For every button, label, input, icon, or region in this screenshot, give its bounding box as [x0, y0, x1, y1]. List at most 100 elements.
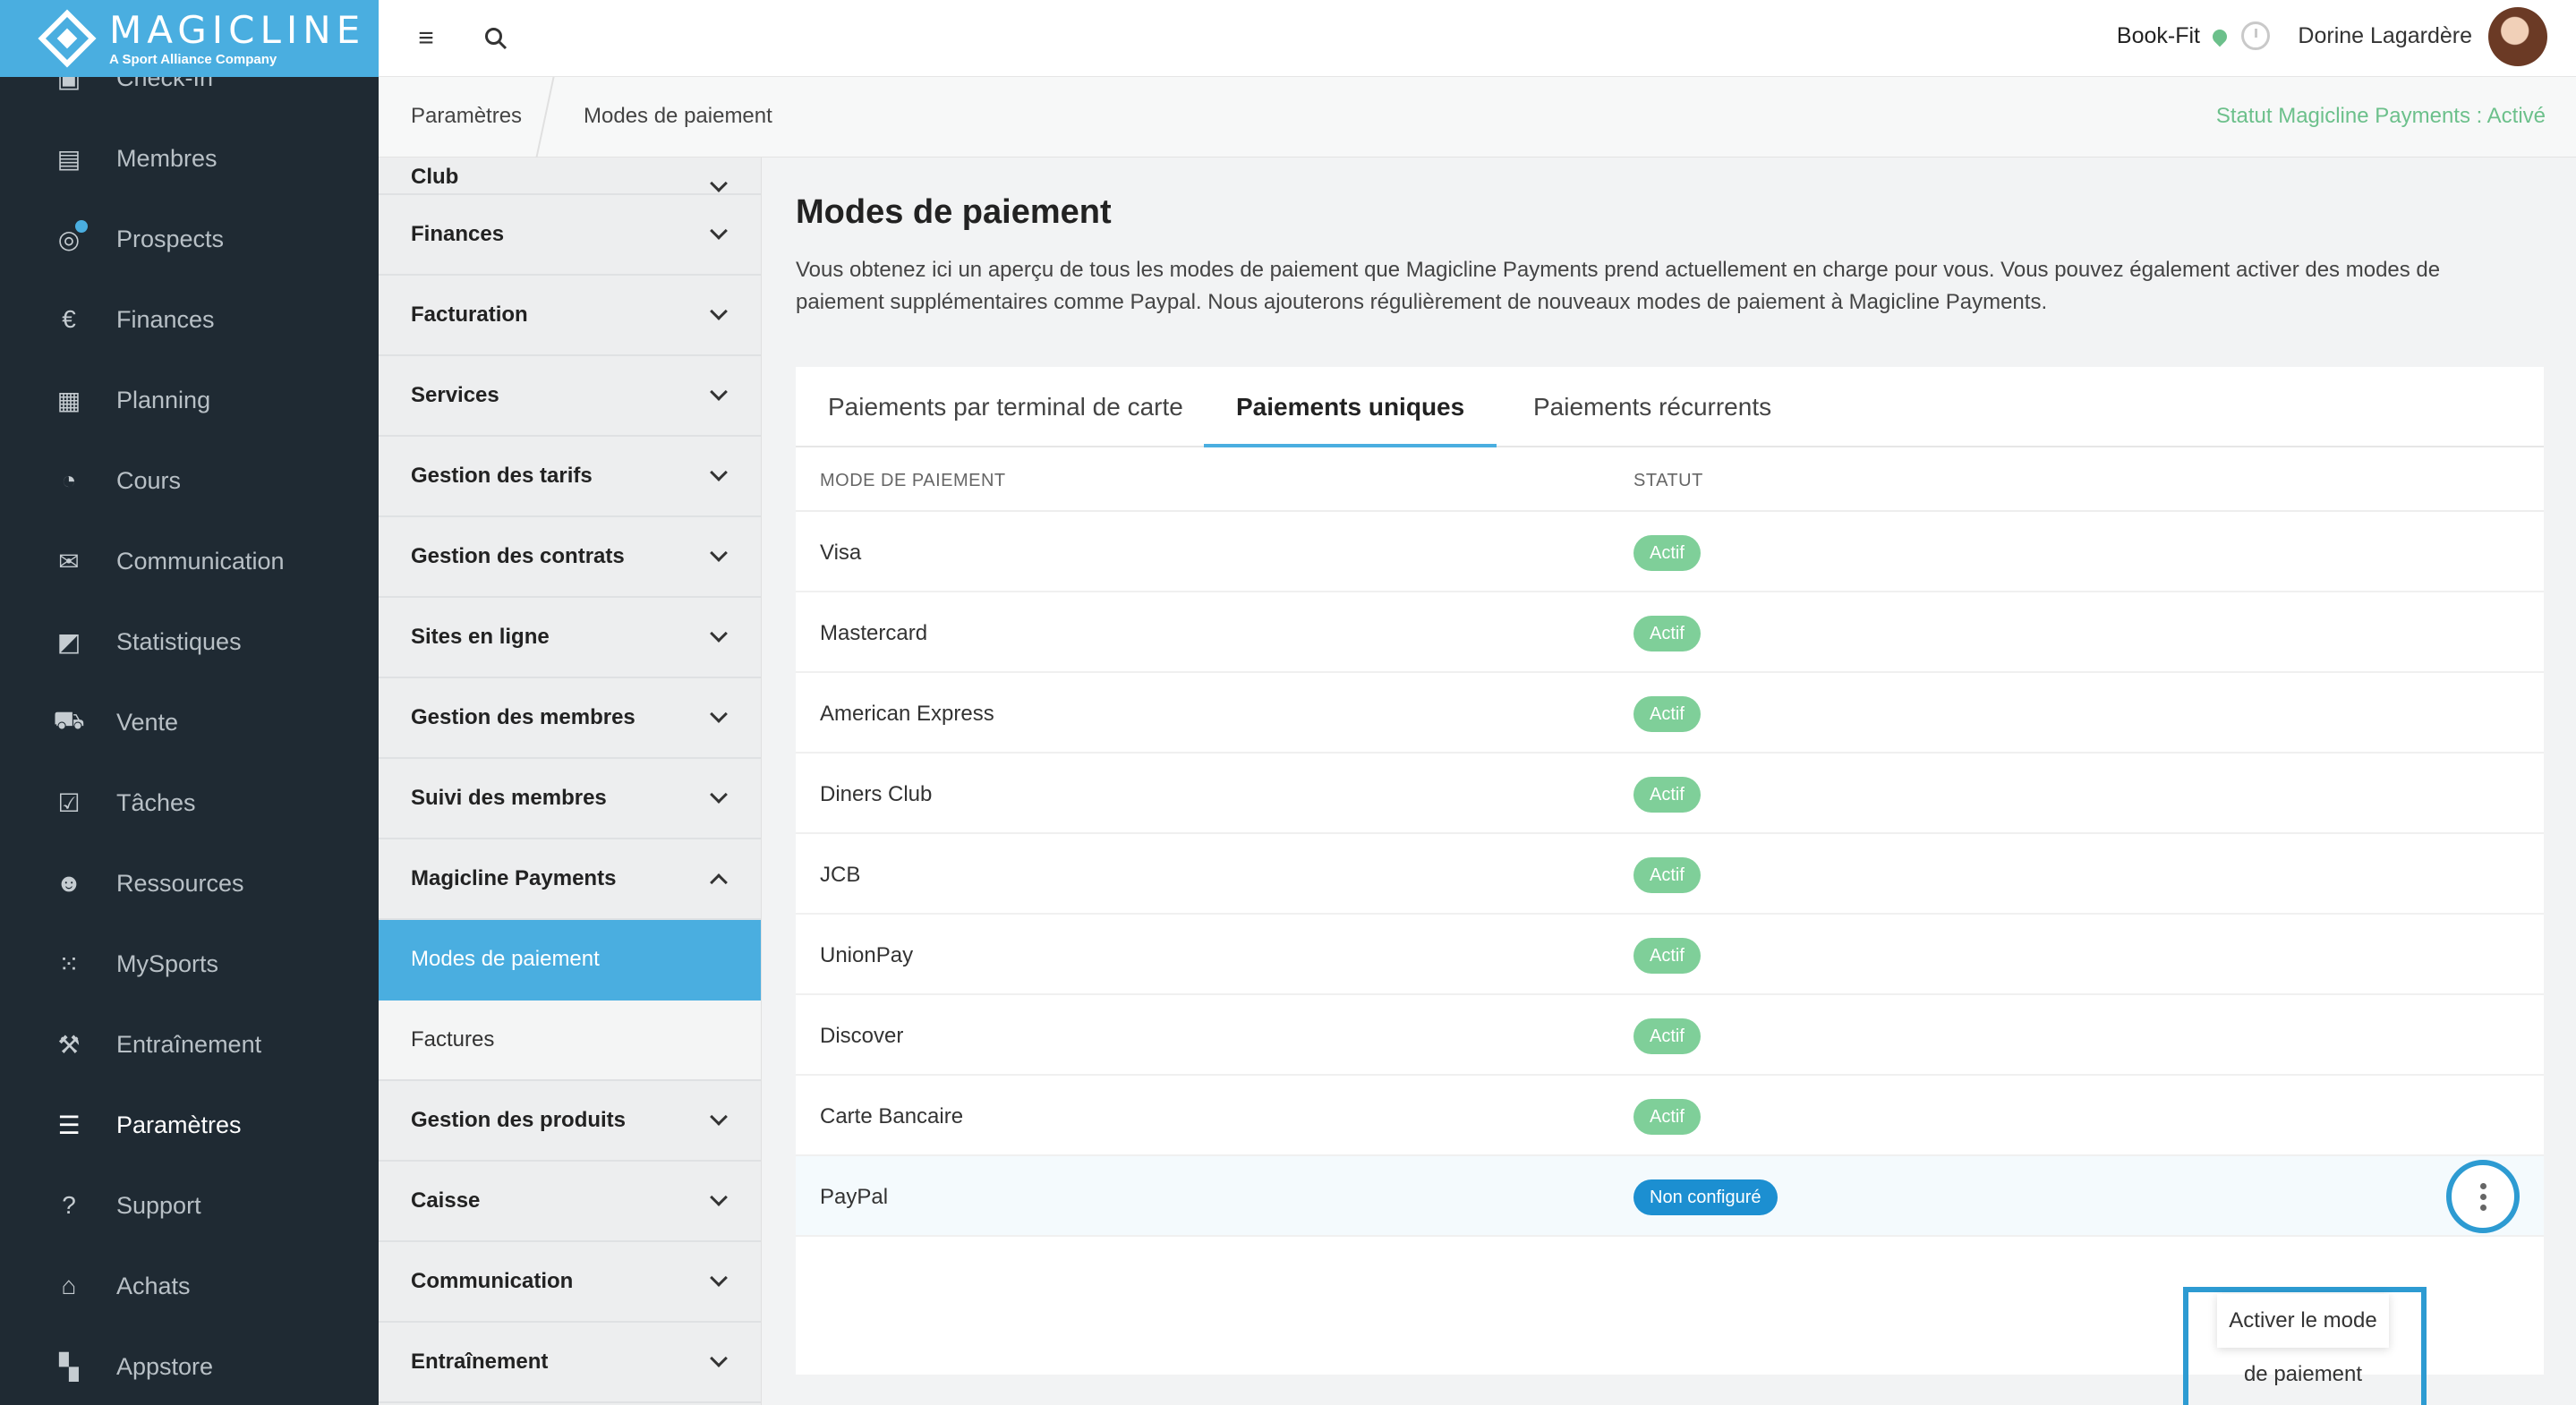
- chevron-down-icon: [710, 222, 728, 240]
- chevron-down-icon: [710, 544, 728, 562]
- nav-item-mysports[interactable]: ⁙ MySports: [0, 924, 379, 1004]
- notification-dot: [75, 220, 88, 233]
- nav-item-label: MySports: [116, 949, 219, 977]
- logo-icon: [38, 9, 97, 68]
- submenu-item-gestion-produits[interactable]: Gestion des produits: [379, 1081, 761, 1162]
- submenu-item-factures[interactable]: Factures: [379, 1001, 761, 1081]
- payment-method-name: Diners Club: [820, 782, 933, 806]
- payment-method-name: American Express: [820, 702, 994, 726]
- sliders-icon: ☰: [57, 1111, 81, 1139]
- submenu-item-caisse[interactable]: Caisse: [379, 1162, 761, 1242]
- tab-recurring-payments[interactable]: Paiements récurrents: [1501, 367, 1804, 447]
- submenu-item-sites-en-ligne[interactable]: Sites en ligne: [379, 598, 761, 678]
- table-row: Carte Bancaire Actif: [796, 1076, 2544, 1156]
- user-name[interactable]: Dorine Lagardère: [2298, 23, 2472, 49]
- nav-item-label: Appstore: [116, 1352, 214, 1380]
- nav-item-parametres[interactable]: ☰ Paramètres: [0, 1085, 379, 1165]
- nav-item-cours[interactable]: ◔ Cours: [0, 440, 379, 521]
- tab-bar: Paiements par terminal de carte Paiement…: [796, 367, 2544, 447]
- nav-item-vente[interactable]: ⛟ Vente: [0, 682, 379, 762]
- submenu-item-facturation[interactable]: Facturation: [379, 276, 761, 356]
- chevron-down-icon: [710, 1108, 728, 1126]
- submenu-item-magicline-payments[interactable]: Magicline Payments: [379, 839, 761, 920]
- studio-selector[interactable]: Book-Fit: [2116, 23, 2231, 49]
- page-description: Vous obtenez ici un aperçu de tous les m…: [796, 258, 2441, 314]
- euro-icon: €: [62, 305, 76, 333]
- avatar[interactable]: [2488, 7, 2547, 66]
- submenu-item-communication[interactable]: Communication: [379, 1242, 761, 1323]
- checkbox-icon: ☑: [57, 788, 81, 817]
- table-row: American Express Actif: [796, 673, 2544, 754]
- nav-item-label: Communication: [116, 547, 285, 575]
- table-header: MODE DE PAIEMENT STATUT: [796, 447, 2544, 512]
- nav-item-statistiques[interactable]: ◩ Statistiques: [0, 601, 379, 682]
- nav-item-label: Ressources: [116, 869, 244, 897]
- members-icon: ▤: [56, 144, 81, 173]
- search-icon[interactable]: [477, 20, 515, 57]
- table-row: JCB Actif: [796, 834, 2544, 915]
- tab-single-payments[interactable]: Paiements uniques: [1204, 367, 1497, 447]
- payment-status-text: Statut Magicline Payments : Activé: [2215, 104, 2546, 128]
- nav-item-label: Vente: [116, 708, 179, 736]
- nav-item-label: Finances: [116, 305, 215, 333]
- nav-item-label: Statistiques: [116, 627, 242, 655]
- submenu-item-entrainement[interactable]: Entraînement: [379, 1323, 761, 1403]
- nav-item-prospects[interactable]: ◎ Prospects: [0, 199, 379, 279]
- logo-subtitle: A Sport Alliance Company: [109, 51, 277, 67]
- chevron-down-icon: [710, 1350, 728, 1367]
- chevron-down-icon: [710, 786, 728, 804]
- submenu-item-finances[interactable]: Finances: [379, 195, 761, 276]
- breadcrumb-current: Modes de paiement: [584, 104, 772, 128]
- more-options-icon[interactable]: [2446, 1160, 2520, 1233]
- nav-item-label: Prospects: [116, 225, 225, 252]
- calendar-icon: ▦: [56, 386, 81, 414]
- settings-submenu: Club Finances Facturation Services Gesti…: [379, 158, 762, 1405]
- table-row[interactable]: PayPal Non configuré: [796, 1156, 2544, 1237]
- nav-item-taches[interactable]: ☑ Tâches: [0, 762, 379, 843]
- nav-item-planning[interactable]: ▦ Planning: [0, 360, 379, 440]
- stopwatch-icon: ◔: [61, 466, 77, 494]
- table-row: UnionPay Actif: [796, 915, 2544, 995]
- submenu-item-gestion-contrats[interactable]: Gestion des contrats: [379, 517, 761, 598]
- payment-method-name: JCB: [820, 863, 861, 887]
- nav-item-label: Planning: [116, 386, 211, 413]
- nav-item-finances[interactable]: € Finances: [0, 279, 379, 360]
- chart-icon: ◩: [56, 627, 81, 656]
- tab-terminal-payments[interactable]: Paiements par terminal de carte: [796, 367, 1215, 447]
- chevron-down-icon: [710, 625, 728, 643]
- status-badge: Actif: [1633, 777, 1701, 813]
- column-header-method: MODE DE PAIEMENT: [820, 471, 1006, 490]
- chevron-down-icon: [710, 464, 728, 481]
- submenu-item-club[interactable]: Club: [379, 158, 761, 195]
- table-row: Diners Club Actif: [796, 754, 2544, 834]
- column-header-status: STATUT: [1633, 471, 1703, 490]
- payment-method-name: Carte Bancaire: [820, 1104, 964, 1128]
- status-badge: Actif: [1633, 1018, 1701, 1054]
- submenu-item-services[interactable]: Services: [379, 356, 761, 437]
- chevron-down-icon: [710, 705, 728, 723]
- nav-item-label: Support: [116, 1191, 201, 1219]
- nav-item-membres[interactable]: ▤ Membres: [0, 118, 379, 199]
- main-content: Modes de paiement Vous obtenez ici un ap…: [762, 158, 2576, 1405]
- nav-item-communication[interactable]: ✉ Communication: [0, 521, 379, 601]
- payment-method-name: Visa: [820, 541, 862, 565]
- nav-item-support[interactable]: ? Support: [0, 1165, 379, 1246]
- logo[interactable]: MAGICLINE A Sport Alliance Company: [0, 0, 379, 77]
- menu-icon[interactable]: ≡: [407, 20, 445, 57]
- submenu-item-modes-de-paiement[interactable]: Modes de paiement: [379, 920, 761, 1001]
- submenu-item-gestion-tarifs[interactable]: Gestion des tarifs: [379, 437, 761, 517]
- nav-item-entrainement[interactable]: ⚒ Entraînement: [0, 1004, 379, 1085]
- submenu-item-gestion-membres[interactable]: Gestion des membres: [379, 678, 761, 759]
- submenu-item-suivi-membres[interactable]: Suivi des membres: [379, 759, 761, 839]
- breadcrumb-parent[interactable]: Paramètres: [411, 104, 522, 129]
- chevron-down-icon: [710, 383, 728, 401]
- clock-icon[interactable]: [2241, 21, 2270, 50]
- nav-item-achats[interactable]: ⌂ Achats: [0, 1246, 379, 1326]
- breadcrumb: Paramètres Modes de paiement Statut Magi…: [379, 77, 2576, 158]
- table-row: Visa Actif: [796, 512, 2544, 592]
- nav-item-label: Tâches: [116, 788, 196, 816]
- nav-item-ressources[interactable]: ☻ Ressources: [0, 843, 379, 924]
- activate-payment-method-menu-item[interactable]: Activer le mode de paiement: [2217, 1294, 2389, 1386]
- nav-item-appstore[interactable]: ▚ Appstore: [0, 1326, 379, 1405]
- studio-name: Book-Fit: [2116, 23, 2200, 48]
